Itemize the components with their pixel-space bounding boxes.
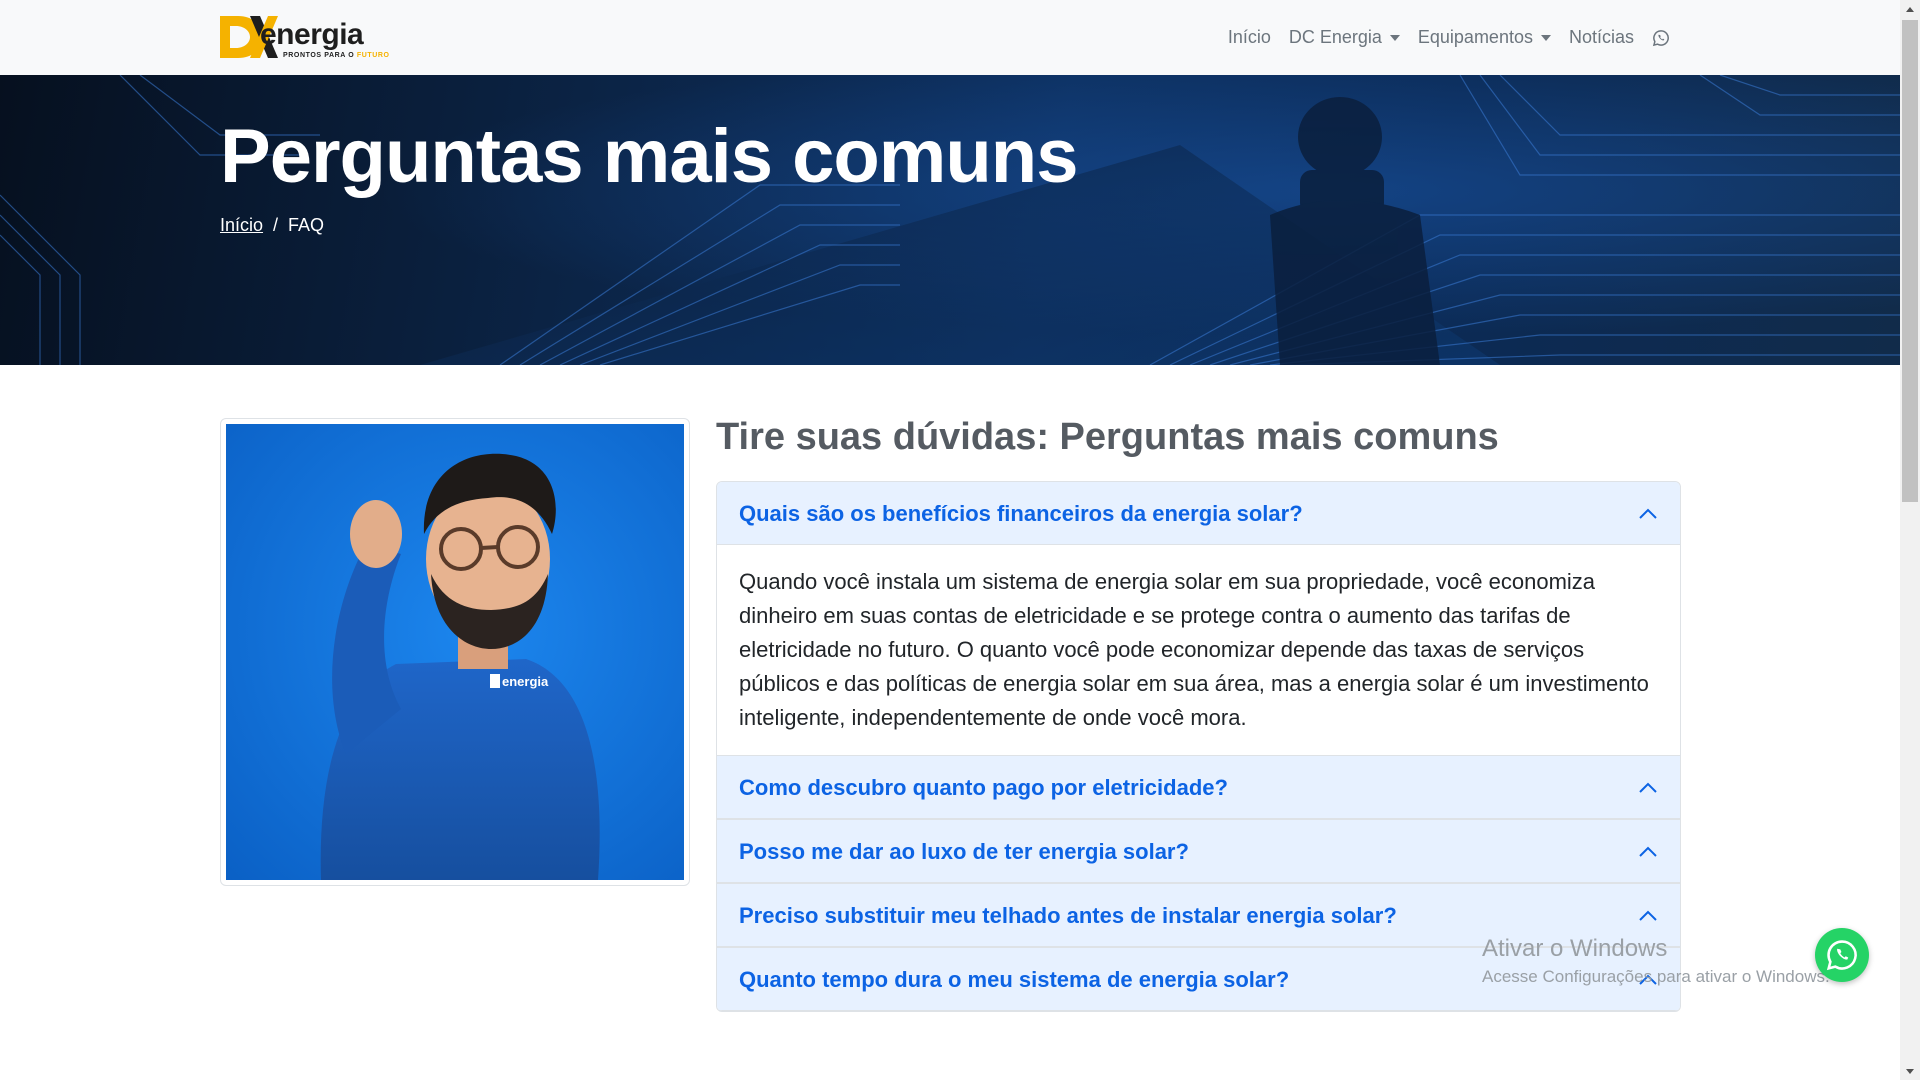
watermark-subtitle: Acesse Configurações para ativar o Windo… bbox=[1482, 967, 1830, 986]
logo[interactable]: energia PRONTOS PARA O FUTURO bbox=[220, 12, 392, 62]
shirt-logo-text: energia bbox=[502, 674, 549, 689]
scroll-down-button[interactable] bbox=[1900, 1062, 1920, 1080]
vertical-scrollbar[interactable] bbox=[1900, 0, 1920, 1080]
thinking-man-photo: energia bbox=[226, 424, 684, 880]
chevron-up-icon bbox=[1639, 910, 1657, 921]
logo-wordmark: energia bbox=[260, 18, 364, 51]
arrow-down-icon bbox=[1906, 1068, 1914, 1074]
nav-link-noticias[interactable]: Notícias bbox=[1569, 27, 1634, 48]
nav-dropdown-label: Equipamentos bbox=[1417, 27, 1533, 47]
scroll-up-button[interactable] bbox=[1900, 0, 1920, 18]
accordion-answer: Quando você instala um sistema de energi… bbox=[739, 569, 1649, 730]
breadcrumb-current: FAQ bbox=[288, 215, 325, 235]
whatsapp-icon bbox=[1826, 940, 1857, 971]
accordion-toggle-button[interactable]: Posso me dar ao luxo de ter energia sola… bbox=[717, 820, 1680, 883]
chevron-up-icon bbox=[1639, 846, 1657, 857]
logo-tagline: PRONTOS PARA O FUTURO bbox=[283, 52, 390, 59]
whatsapp-float-button[interactable] bbox=[1815, 928, 1869, 982]
accordion-question: Quanto tempo dura o meu sistema de energ… bbox=[739, 966, 1290, 992]
nav-dropdown-equipamentos[interactable]: Equipamentos bbox=[1418, 27, 1551, 48]
arrow-up-icon bbox=[1906, 6, 1914, 12]
accordion-question: Como descubro quanto pago por eletricida… bbox=[739, 774, 1228, 800]
scrollbar-thumb[interactable] bbox=[1902, 20, 1918, 502]
page-title: Perguntas mais comuns bbox=[220, 114, 1078, 199]
caret-down-icon bbox=[1540, 34, 1551, 41]
watermark-title: Ativar o Windows bbox=[1482, 935, 1668, 962]
accordion-item: Quais são os benefícios financeiros da e… bbox=[717, 482, 1680, 755]
accordion-toggle-button[interactable]: Como descubro quanto pago por eletricida… bbox=[717, 756, 1680, 819]
accordion-question: Posso me dar ao luxo de ter energia sola… bbox=[739, 838, 1189, 864]
breadcrumb-separator: / bbox=[273, 215, 279, 235]
chevron-up-icon bbox=[1639, 782, 1657, 793]
navbar: energia PRONTOS PARA O FUTURO Início DC … bbox=[0, 0, 1900, 75]
accordion-question: Preciso substituir meu telhado antes de … bbox=[739, 902, 1397, 928]
whatsapp-icon[interactable] bbox=[1652, 29, 1670, 47]
accordion-question: Quais são os benefícios financeiros da e… bbox=[739, 500, 1303, 526]
faq-accordion: Quais são os benefícios financeiros da e… bbox=[716, 481, 1681, 1012]
breadcrumb: Início / FAQ bbox=[220, 215, 324, 236]
nav-link-inicio[interactable]: Início bbox=[1228, 27, 1271, 48]
accordion-item: Como descubro quanto pago por eletricida… bbox=[717, 755, 1680, 819]
faq-image-card: energia bbox=[220, 418, 690, 886]
windows-activation-watermark: Ativar o Windows Acesse Configurações pa… bbox=[1482, 935, 1830, 987]
nav-dropdown-dc-energia[interactable]: DC Energia bbox=[1289, 27, 1400, 48]
caret-down-icon bbox=[1389, 34, 1400, 41]
nav-menu: Início DC Energia Equipamentos Notícias bbox=[1228, 0, 1670, 75]
chevron-up-icon bbox=[1639, 508, 1657, 519]
faq-heading: Tire suas dúvidas: Perguntas mais comuns bbox=[716, 416, 1499, 458]
breadcrumb-link-inicio[interactable]: Início bbox=[220, 215, 263, 236]
accordion-item: Posso me dar ao luxo de ter energia sola… bbox=[717, 819, 1680, 883]
accordion-toggle-button[interactable]: Quais são os benefícios financeiros da e… bbox=[717, 482, 1680, 545]
hero-banner: Perguntas mais comuns Início / FAQ bbox=[0, 75, 1900, 365]
nav-dropdown-label: DC Energia bbox=[1288, 27, 1382, 47]
